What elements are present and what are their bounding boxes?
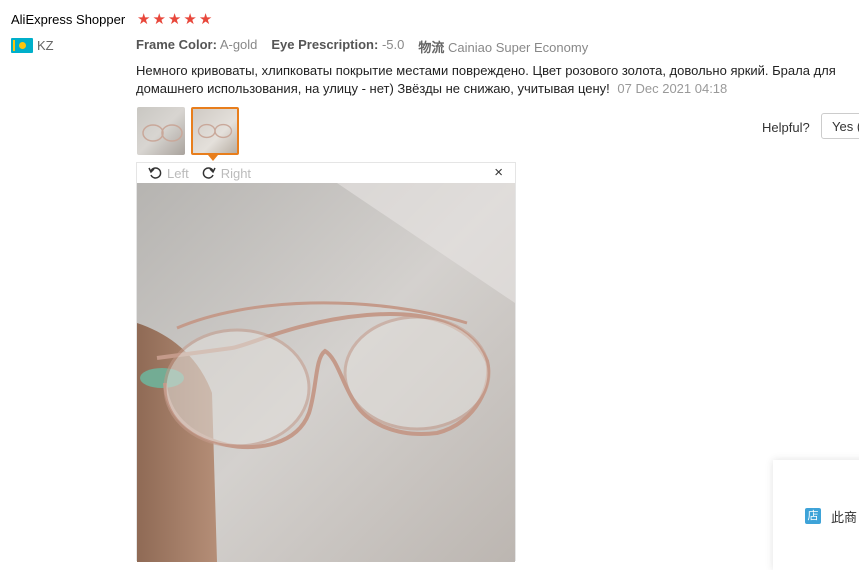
star-icon: ★: [183, 11, 197, 28]
rotate-right-icon: [202, 167, 216, 179]
rotate-right-label: Right: [220, 165, 252, 181]
star-icon: ★: [198, 11, 213, 28]
reviewer-country: KZ: [11, 38, 54, 53]
helpful-yes-button[interactable]: Yes (: [821, 113, 859, 139]
review-text: Немного кривоваты, хлипковаты покрытие м…: [136, 63, 836, 96]
helpful-label: Helpful?: [762, 120, 810, 135]
star-icon: ★: [152, 11, 166, 28]
review-photo-thumbnail[interactable]: [137, 107, 185, 155]
rotate-left-icon: [148, 167, 162, 179]
review-date: 07 Dec 2021 04:18: [617, 81, 728, 96]
star-icon: ★: [137, 11, 151, 28]
star-rating: ★ ★ ★ ★ ★: [137, 11, 212, 29]
store-promo-card[interactable]: 店 此商: [773, 460, 859, 570]
purchase-attributes: Frame Color: A-gold Eye Prescription: -5…: [136, 37, 588, 56]
close-icon[interactable]: ×: [494, 164, 503, 181]
review-photo: [137, 183, 515, 562]
country-code: KZ: [37, 38, 54, 53]
prescription-label: Eye Prescription:: [271, 37, 379, 52]
photo-viewer-toolbar: Left Right ×: [137, 163, 515, 183]
kazakhstan-flag-icon: [11, 38, 33, 53]
star-icon: ★: [167, 11, 182, 28]
review-photo-thumbnail-selected[interactable]: [191, 107, 239, 155]
frame-color-label: Frame Color:: [136, 37, 217, 52]
photo-viewer: Left Right ×: [136, 162, 516, 562]
store-promo-text: 此商: [831, 510, 858, 525]
review-body: Немного кривоваты, хлипковаты покрытие м…: [136, 62, 856, 98]
prescription-value: -5.0: [381, 37, 405, 52]
store-icon: 店: [805, 508, 821, 524]
frame-color-value: A-gold: [219, 37, 258, 52]
selected-thumbnail-caret: [208, 155, 218, 161]
rotate-left-label: Left: [167, 165, 189, 181]
reviewer-name: AliExpress Shopper: [11, 12, 126, 27]
rotate-left-button[interactable]: Left: [147, 165, 189, 181]
rotate-right-button[interactable]: Right: [201, 165, 251, 181]
shipping-label: 物流: [418, 40, 445, 55]
shipping-value: Cainiao Super Economy: [448, 40, 589, 55]
